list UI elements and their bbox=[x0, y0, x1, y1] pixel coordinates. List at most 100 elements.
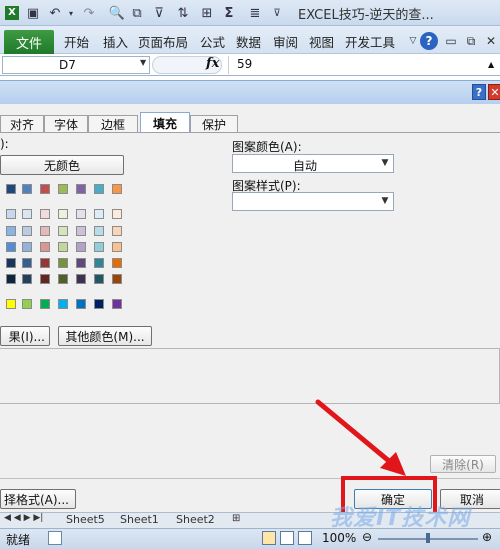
zoom-level[interactable]: 100% bbox=[322, 531, 356, 545]
color-swatch[interactable] bbox=[112, 258, 122, 268]
color-swatch[interactable] bbox=[76, 226, 86, 236]
help-icon[interactable]: ? bbox=[420, 32, 438, 50]
tab-view[interactable]: 视图 bbox=[309, 32, 334, 51]
sample-preview bbox=[0, 348, 500, 404]
filter-icon[interactable]: ⊽ bbox=[150, 3, 168, 23]
color-swatch[interactable] bbox=[112, 242, 122, 252]
color-swatch[interactable] bbox=[58, 258, 68, 268]
close-workbook-icon[interactable]: ✕ bbox=[482, 32, 500, 50]
pattern-color-value: 自动 bbox=[292, 159, 317, 173]
color-swatch[interactable] bbox=[58, 209, 68, 219]
color-swatch[interactable] bbox=[76, 258, 86, 268]
color-swatch[interactable] bbox=[22, 226, 32, 236]
restore-window-icon[interactable]: ⧉ bbox=[462, 32, 480, 50]
tab-page-layout[interactable]: 页面布局 bbox=[138, 32, 188, 51]
color-swatch[interactable] bbox=[112, 209, 122, 219]
tab-fill[interactable]: 填充 bbox=[140, 112, 190, 133]
color-swatch[interactable] bbox=[40, 184, 50, 194]
color-swatch[interactable] bbox=[58, 242, 68, 252]
color-swatch[interactable] bbox=[94, 226, 104, 236]
dialog-close-icon[interactable]: ✕ bbox=[488, 84, 500, 100]
page-break-view-icon[interactable] bbox=[298, 531, 312, 545]
color-swatch[interactable] bbox=[112, 274, 122, 284]
align-icon[interactable]: ≣ bbox=[246, 3, 264, 23]
color-swatch[interactable] bbox=[40, 258, 50, 268]
insert-sheet-icon[interactable]: ⊞ bbox=[232, 513, 240, 527]
color-swatch[interactable] bbox=[40, 209, 50, 219]
color-swatch[interactable] bbox=[76, 242, 86, 252]
pattern-color-select[interactable]: 自动 ▼ bbox=[232, 154, 394, 173]
zoom-slider-thumb[interactable] bbox=[426, 533, 430, 543]
color-swatch[interactable] bbox=[94, 258, 104, 268]
color-swatch[interactable] bbox=[6, 258, 16, 268]
color-swatch[interactable] bbox=[94, 242, 104, 252]
color-swatch[interactable] bbox=[112, 226, 122, 236]
color-swatch[interactable] bbox=[76, 209, 86, 219]
macro-record-icon[interactable] bbox=[48, 531, 62, 545]
status-ready: 就绪 bbox=[6, 533, 31, 547]
color-swatch[interactable] bbox=[76, 274, 86, 284]
formula-input[interactable]: 59 bbox=[228, 56, 498, 74]
tab-formulas[interactable]: 公式 bbox=[200, 32, 225, 51]
sort-icon[interactable]: ⇅ bbox=[174, 3, 192, 23]
tab-developer[interactable]: 开发工具 bbox=[345, 32, 395, 51]
tab-data[interactable]: 数据 bbox=[236, 32, 261, 51]
color-swatch[interactable] bbox=[22, 299, 32, 309]
more-colors-button[interactable]: 其他颜色(M)... bbox=[58, 326, 152, 346]
zoom-in-icon[interactable]: ⊕ bbox=[482, 530, 492, 544]
color-swatch[interactable] bbox=[6, 209, 16, 219]
color-swatch[interactable] bbox=[22, 184, 32, 194]
normal-view-icon[interactable] bbox=[262, 531, 276, 545]
color-swatch[interactable] bbox=[76, 299, 86, 309]
fill-effects-button[interactable]: 果(I)... bbox=[0, 326, 50, 346]
color-swatch[interactable] bbox=[58, 184, 68, 194]
window-title: EXCEL技巧-逆天的查... bbox=[298, 8, 434, 23]
choose-format-button[interactable]: 择格式(A)... bbox=[0, 489, 76, 509]
minimize-window-icon[interactable]: ▭ bbox=[442, 32, 460, 50]
expand-formula-bar-icon[interactable]: ▲ bbox=[488, 60, 494, 69]
sheet-nav-icon[interactable]: ◀ ◀ ▶ ▶| bbox=[4, 513, 43, 527]
color-swatch[interactable] bbox=[6, 184, 16, 194]
color-swatch[interactable] bbox=[76, 184, 86, 194]
tab-review[interactable]: 审阅 bbox=[273, 32, 298, 51]
format-painter-icon[interactable]: ⧉ bbox=[128, 3, 146, 23]
name-box-dropdown-icon[interactable]: ▼ bbox=[140, 58, 146, 67]
color-swatch[interactable] bbox=[94, 299, 104, 309]
dialog-help-icon[interactable]: ? bbox=[472, 84, 486, 100]
tab-protection[interactable]: 保护 bbox=[190, 115, 238, 132]
clear-button[interactable]: 清除(R) bbox=[430, 455, 496, 473]
autosum-icon[interactable]: Σ bbox=[220, 3, 238, 23]
color-swatch[interactable] bbox=[6, 299, 16, 309]
sheet-tab-sheet5[interactable]: Sheet5 bbox=[66, 513, 105, 527]
page-layout-view-icon[interactable] bbox=[280, 531, 294, 545]
color-swatch[interactable] bbox=[40, 242, 50, 252]
color-swatch[interactable] bbox=[58, 299, 68, 309]
color-swatch[interactable] bbox=[22, 258, 32, 268]
pattern-style-select[interactable]: ▼ bbox=[232, 192, 394, 211]
insert-function-icon[interactable]: fx bbox=[206, 56, 219, 71]
sheet-tab-sheet2[interactable]: Sheet2 bbox=[176, 513, 215, 527]
sheet-tab-sheet1[interactable]: Sheet1 bbox=[120, 513, 159, 527]
color-swatch[interactable] bbox=[58, 274, 68, 284]
color-swatch[interactable] bbox=[94, 209, 104, 219]
color-swatch[interactable] bbox=[6, 226, 16, 236]
chevron-down-icon: ▼ bbox=[381, 196, 389, 206]
customize-toolbar-icon[interactable]: ⊽ bbox=[268, 3, 286, 23]
color-swatch[interactable] bbox=[22, 274, 32, 284]
color-swatch[interactable] bbox=[112, 299, 122, 309]
color-swatch[interactable] bbox=[6, 242, 16, 252]
color-swatch[interactable] bbox=[6, 274, 16, 284]
borders-icon[interactable]: ⊞ bbox=[198, 3, 216, 23]
watermark: 我爱IT技术网 bbox=[330, 506, 471, 531]
color-swatch[interactable] bbox=[22, 242, 32, 252]
color-swatch[interactable] bbox=[94, 274, 104, 284]
color-swatch[interactable] bbox=[40, 299, 50, 309]
color-swatch[interactable] bbox=[112, 184, 122, 194]
color-swatch[interactable] bbox=[22, 209, 32, 219]
color-swatch[interactable] bbox=[40, 274, 50, 284]
color-swatch[interactable] bbox=[94, 184, 104, 194]
zoom-out-icon[interactable]: ⊖ bbox=[362, 530, 372, 544]
color-swatch[interactable] bbox=[58, 226, 68, 236]
color-palette bbox=[0, 0, 130, 320]
color-swatch[interactable] bbox=[40, 226, 50, 236]
